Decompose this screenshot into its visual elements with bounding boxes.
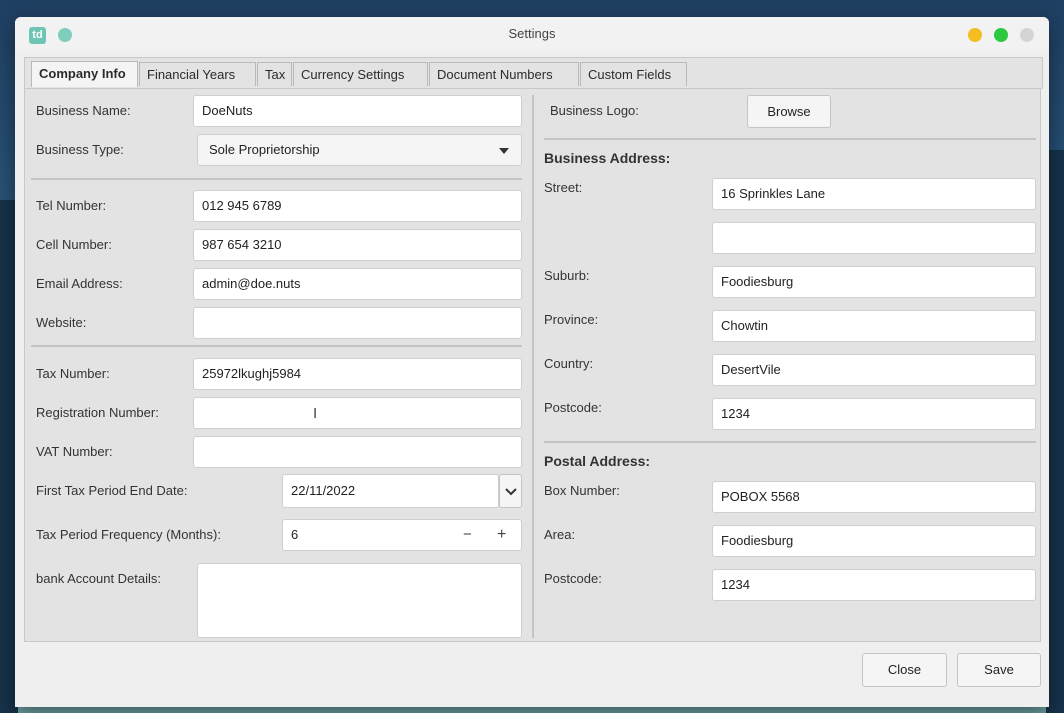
- business-postcode-label: Postcode:: [544, 400, 602, 415]
- postal-address-heading: Postal Address:: [544, 453, 651, 469]
- tel-number-input[interactable]: 012 945 6789: [193, 190, 522, 222]
- business-type-select[interactable]: Sole Proprietorship: [197, 134, 522, 166]
- title-bar: td Settings: [15, 17, 1049, 51]
- tab-bar: Company Info Financial Years Tax Currenc…: [24, 57, 1043, 89]
- tab-financial-years[interactable]: Financial Years: [139, 62, 256, 86]
- tax-period-frequency-value: 6: [291, 527, 299, 542]
- divider: [31, 345, 522, 347]
- tel-number-label: Tel Number:: [36, 198, 107, 213]
- area-input[interactable]: Foodiesburg: [712, 525, 1036, 557]
- first-tax-period-date-input[interactable]: 22/11/2022: [282, 474, 499, 508]
- tax-period-frequency-label: Tax Period Frequency (Months):: [36, 527, 221, 542]
- province-input[interactable]: Chowtin: [712, 310, 1036, 342]
- text-cursor-icon: I: [313, 405, 318, 422]
- business-type-value: Sole Proprietorship: [209, 142, 320, 157]
- street-label: Street:: [544, 180, 583, 195]
- bank-account-details-label: bank Account Details:: [36, 571, 162, 586]
- chevron-down-icon: [499, 148, 509, 154]
- settings-window: td Settings Company Info Financial Years…: [15, 17, 1049, 707]
- business-address-heading: Business Address:: [544, 150, 671, 166]
- business-name-label: Business Name:: [36, 103, 131, 118]
- browse-button[interactable]: Browse: [747, 95, 831, 128]
- tab-company-info[interactable]: Company Info: [31, 61, 138, 87]
- tax-number-input[interactable]: 25972lkughj5984: [193, 358, 522, 390]
- close-button[interactable]: Close: [862, 653, 947, 687]
- window-title: Settings: [508, 26, 556, 41]
- divider: [544, 441, 1036, 443]
- business-name-input[interactable]: DoeNuts: [193, 95, 522, 127]
- suburb-label: Suburb:: [544, 268, 590, 283]
- website-label: Website:: [36, 315, 87, 330]
- suburb-input[interactable]: Foodiesburg: [712, 266, 1036, 298]
- registration-number-input[interactable]: [193, 397, 522, 429]
- postal-postcode-input[interactable]: 1234: [712, 569, 1036, 601]
- country-label: Country:: [544, 356, 594, 371]
- tab-document-numbers[interactable]: Document Numbers: [429, 62, 579, 86]
- tab-tax[interactable]: Tax: [257, 62, 292, 86]
- tab-currency-settings[interactable]: Currency Settings: [293, 62, 428, 86]
- close-window-button[interactable]: [1020, 28, 1034, 42]
- divider: [31, 178, 522, 180]
- save-button[interactable]: Save: [957, 653, 1041, 687]
- increment-button[interactable]: +: [497, 520, 506, 550]
- cell-number-label: Cell Number:: [36, 237, 112, 252]
- minimize-button[interactable]: [968, 28, 982, 42]
- email-address-label: Email Address:: [36, 276, 123, 291]
- maximize-button[interactable]: [994, 28, 1008, 42]
- postal-postcode-label: Postcode:: [544, 571, 602, 586]
- date-picker-button[interactable]: [499, 474, 522, 508]
- registration-number-label: Registration Number:: [36, 405, 159, 420]
- business-postcode-input[interactable]: 1234: [712, 398, 1036, 430]
- email-address-input[interactable]: admin@doe.nuts: [193, 268, 522, 300]
- province-label: Province:: [544, 312, 599, 327]
- street-line2-input[interactable]: [712, 222, 1036, 254]
- first-tax-period-label: First Tax Period End Date:: [36, 483, 188, 498]
- website-input[interactable]: [193, 307, 522, 339]
- box-number-input[interactable]: POBOX 5568: [712, 481, 1036, 513]
- chevron-down-icon: [504, 488, 517, 496]
- tax-period-frequency-spinbox[interactable]: 6 − +: [282, 519, 522, 551]
- divider: [544, 138, 1036, 140]
- company-info-panel: Business Name: DoeNuts Business Type: So…: [24, 88, 1041, 642]
- column-divider: [532, 95, 534, 638]
- bank-account-details-textarea[interactable]: [197, 563, 522, 638]
- tax-number-label: Tax Number:: [36, 366, 110, 381]
- vat-number-input[interactable]: [193, 436, 522, 468]
- vat-number-label: VAT Number:: [36, 444, 113, 459]
- street-line1-input[interactable]: 16 Sprinkles Lane: [712, 178, 1036, 210]
- business-logo-label: Business Logo:: [550, 103, 639, 118]
- decrement-button[interactable]: −: [463, 520, 472, 550]
- country-input[interactable]: DesertVile: [712, 354, 1036, 386]
- area-label: Area:: [544, 527, 576, 542]
- cell-number-input[interactable]: 987 654 3210: [193, 229, 522, 261]
- box-number-label: Box Number:: [544, 483, 620, 498]
- tab-custom-fields[interactable]: Custom Fields: [580, 62, 687, 86]
- business-type-label: Business Type:: [36, 142, 124, 157]
